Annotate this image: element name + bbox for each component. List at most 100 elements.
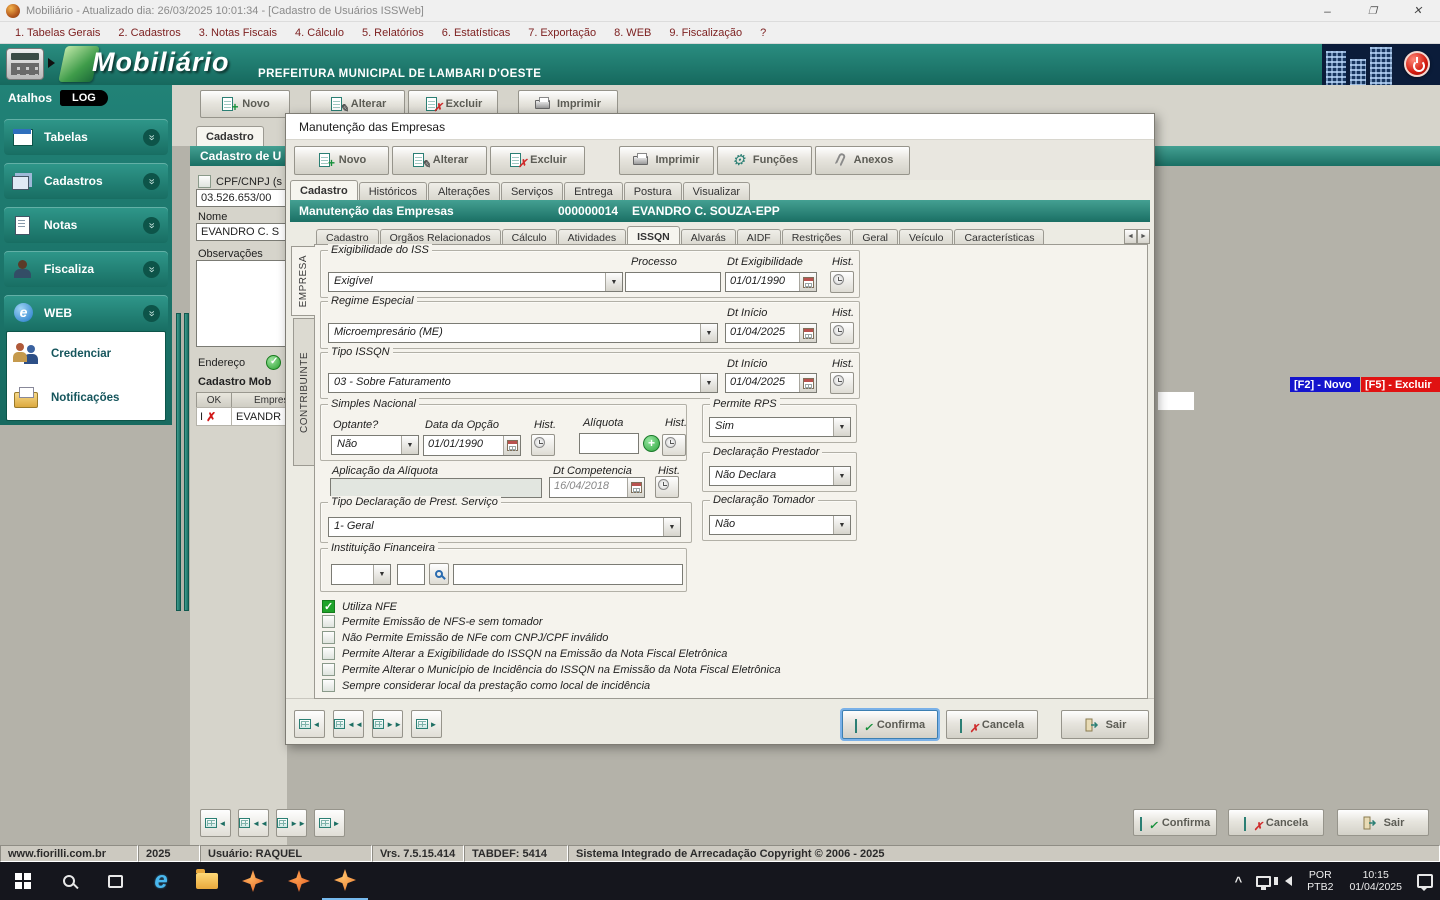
sidebar-item-tabelas[interactable]: Tabelas xyxy=(4,119,168,155)
tab-visualizar[interactable]: Visualizar xyxy=(682,182,751,200)
exigibilidade-select[interactable]: Exigível xyxy=(328,272,623,292)
inner-tab-issqn[interactable]: ISSQN xyxy=(627,226,680,246)
grid-row-status-cell[interactable]: I xyxy=(196,407,232,426)
dialog-nav-prev-button[interactable] xyxy=(333,710,364,738)
dialog-cancela-button[interactable]: Cancela xyxy=(946,710,1038,739)
tipo-hist-button[interactable] xyxy=(830,372,854,394)
action-center-button[interactable] xyxy=(1410,862,1440,900)
dt-competencia-field[interactable]: 16/04/2018 xyxy=(549,477,645,498)
menu-item-fiscalizacao[interactable]: 9. Fiscalização xyxy=(660,27,751,39)
language-indicator[interactable]: POR PTB2 xyxy=(1299,869,1341,893)
optante-select[interactable]: Não xyxy=(331,435,419,455)
dialog-nav-first-button[interactable] xyxy=(294,710,325,738)
calendar-icon[interactable] xyxy=(799,273,816,291)
dialog-excluir-button[interactable]: Excluir xyxy=(490,145,585,175)
utiliza-nfe-checkbox[interactable] xyxy=(322,600,335,613)
dialog-confirma-button[interactable]: ✓ Confirma xyxy=(842,710,938,739)
sidebar-item-fiscaliza[interactable]: Fiscaliza xyxy=(4,251,168,287)
sidebar-item-credenciar[interactable]: Credenciar xyxy=(7,332,165,376)
chevron-down-icon[interactable] xyxy=(143,128,160,146)
local-prestacao-checkbox[interactable] xyxy=(322,679,335,692)
minimize-button[interactable] xyxy=(1305,0,1350,22)
regime-hist-button[interactable] xyxy=(830,322,854,344)
tray-expand-chevron[interactable] xyxy=(1228,862,1250,900)
declaracao-tomador-select[interactable]: Não xyxy=(709,515,851,535)
vertical-splitter[interactable] xyxy=(176,313,181,611)
bg-tab-cadastro[interactable]: Cadastro xyxy=(196,126,264,146)
aliquota-input[interactable] xyxy=(579,433,639,454)
fiorilli-app-2-button[interactable] xyxy=(276,862,322,900)
bg-novo-button[interactable]: Novo xyxy=(200,90,290,118)
menu-item-calculo[interactable]: 4. Cálculo xyxy=(286,27,353,39)
start-button[interactable] xyxy=(0,862,46,900)
aplicacao-hist-button[interactable] xyxy=(655,476,679,498)
chevron-down-icon[interactable] xyxy=(700,374,717,392)
processo-input[interactable] xyxy=(625,272,721,292)
menu-item-web[interactable]: 8. WEB xyxy=(605,27,660,39)
bg-confirma-button[interactable]: ✓ Confirma xyxy=(1133,809,1217,836)
calendar-icon[interactable] xyxy=(503,436,520,455)
instituicao-tipo-select[interactable] xyxy=(331,564,391,585)
dialog-titlebar[interactable]: Manutenção das Empresas xyxy=(286,114,1154,140)
calendar-icon[interactable] xyxy=(799,324,816,342)
tab-entrega[interactable]: Entrega xyxy=(564,182,623,200)
instituicao-nome-input[interactable] xyxy=(453,564,683,585)
chevron-down-icon[interactable] xyxy=(833,516,850,534)
menu-item-estatisticas[interactable]: 6. Estatísticas xyxy=(433,27,519,39)
dialog-funcoes-button[interactable]: Funções xyxy=(717,145,812,175)
dialog-nav-last-button[interactable] xyxy=(411,710,442,738)
regime-especial-select[interactable]: Microempresário (ME) xyxy=(328,323,718,343)
permite-rps-select[interactable]: Sim xyxy=(709,417,851,437)
chevron-down-icon[interactable] xyxy=(143,216,160,234)
maximize-button[interactable] xyxy=(1350,0,1395,22)
dialog-anexos-button[interactable]: Anexos xyxy=(815,145,910,175)
bg-sair-button[interactable]: Sair xyxy=(1337,809,1429,836)
menu-item-exportacao[interactable]: 7. Exportação xyxy=(519,27,605,39)
bg-nav-first-button[interactable] xyxy=(200,809,231,837)
grid-column-ok[interactable]: OK xyxy=(196,392,232,408)
file-explorer-button[interactable] xyxy=(184,862,230,900)
bg-cancela-button[interactable]: Cancela xyxy=(1228,809,1324,836)
menu-item-notas-fiscais[interactable]: 3. Notas Fiscais xyxy=(190,27,286,39)
instituicao-codigo-input[interactable] xyxy=(397,564,425,585)
log-button[interactable]: LOG xyxy=(60,90,108,106)
menu-item-tabelas-gerais[interactable]: 1. Tabelas Gerais xyxy=(6,27,109,39)
taskbar-search-button[interactable] xyxy=(46,862,92,900)
alterar-exigibilidade-checkbox[interactable] xyxy=(322,647,335,660)
chevron-down-icon[interactable] xyxy=(700,324,717,342)
clock[interactable]: 10:15 01/04/2025 xyxy=(1341,869,1410,893)
chevron-down-icon[interactable] xyxy=(833,467,850,485)
add-aliquota-button[interactable]: + xyxy=(643,435,660,452)
sidebar-item-cadastros[interactable]: Cadastros xyxy=(4,163,168,199)
dt-exigibilidade-field[interactable]: 01/01/1990 xyxy=(725,272,817,292)
tab-scroll-left-button[interactable]: ◄ xyxy=(1124,229,1137,244)
chevron-up-icon[interactable] xyxy=(143,304,160,322)
tab-scroll-right-button[interactable]: ► xyxy=(1137,229,1150,244)
tab-alteracoes[interactable]: Alterações xyxy=(427,182,500,200)
tipo-declaracao-select[interactable]: 1- Geral xyxy=(328,517,681,537)
dialog-imprimir-button[interactable]: Imprimir xyxy=(619,145,714,175)
tab-postura[interactable]: Postura xyxy=(623,182,682,200)
chevron-down-icon[interactable] xyxy=(605,273,622,291)
chevron-down-icon[interactable] xyxy=(401,436,418,454)
menu-item-help[interactable]: ? xyxy=(751,27,775,39)
dialog-nav-next-button[interactable] xyxy=(372,710,403,738)
bg-nav-next-button[interactable] xyxy=(276,809,307,837)
tab-servicos[interactable]: Serviços xyxy=(500,182,564,200)
chevron-down-icon[interactable] xyxy=(143,172,160,190)
menu-item-cadastros[interactable]: 2. Cadastros xyxy=(109,27,189,39)
chevron-down-icon[interactable] xyxy=(143,260,160,278)
regime-dt-inicio-field[interactable]: 01/04/2025 xyxy=(725,323,817,343)
exigibilidade-hist-button[interactable] xyxy=(830,271,854,293)
sidebar-item-notas[interactable]: Notas xyxy=(4,207,168,243)
sidebar-item-notificacoes[interactable]: Notificações xyxy=(7,376,165,420)
nfse-sem-tomador-checkbox[interactable] xyxy=(322,615,335,628)
fiorilli-app-1-button[interactable] xyxy=(230,862,276,900)
dialog-sair-button[interactable]: Sair xyxy=(1061,710,1149,739)
side-tab-empresa[interactable]: EMPRESA xyxy=(291,246,315,316)
declaracao-prestador-select[interactable]: Não Declara xyxy=(709,466,851,486)
chevron-down-icon[interactable] xyxy=(663,518,680,536)
side-tab-contribuinte[interactable]: CONTRIBUINTE xyxy=(293,318,315,466)
bg-nav-last-button[interactable] xyxy=(314,809,345,837)
sidebar-item-web[interactable]: WEB xyxy=(4,295,168,331)
